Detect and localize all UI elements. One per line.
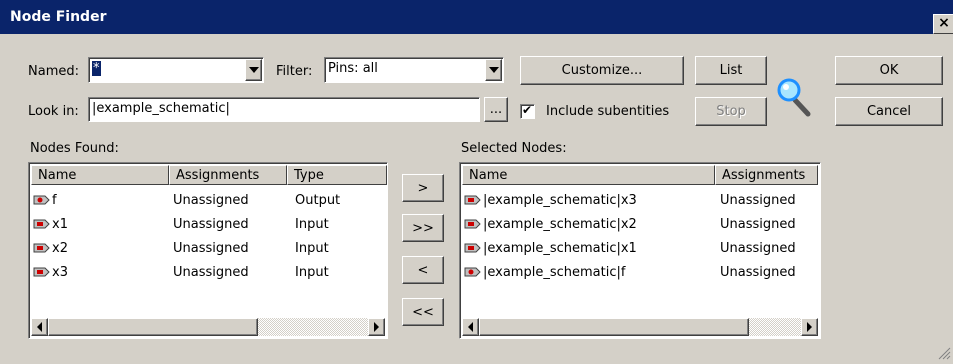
named-label: Named: bbox=[28, 64, 79, 79]
include-subentities-checkbox[interactable]: ✔ bbox=[520, 103, 535, 119]
nodes-found-list[interactable]: Name Assignments Type f Unassigned Outpu… bbox=[28, 162, 388, 339]
remove-all-nodes-button[interactable]: << bbox=[402, 298, 444, 326]
node-name: x3 bbox=[52, 265, 68, 280]
node-name: |example_schematic|x3 bbox=[483, 193, 637, 208]
chevron-down-icon bbox=[488, 67, 499, 73]
column-header-assignments[interactable]: Assignments bbox=[169, 165, 287, 185]
node-assignment: Unassigned bbox=[720, 265, 796, 280]
node-name: x1 bbox=[52, 217, 68, 232]
output-pin-icon bbox=[33, 195, 50, 205]
add-all-nodes-button[interactable]: >> bbox=[402, 214, 444, 242]
ok-button[interactable]: OK bbox=[835, 56, 943, 85]
cancel-button[interactable]: Cancel bbox=[835, 97, 943, 126]
selected-nodes-label: Selected Nodes: bbox=[461, 141, 567, 156]
column-header-type[interactable]: Type bbox=[287, 165, 387, 185]
list-item[interactable]: x2 bbox=[33, 237, 68, 261]
node-name: |example_schematic|x1 bbox=[483, 241, 637, 256]
window-title: Node Finder bbox=[10, 9, 107, 25]
node-name: |example_schematic|x2 bbox=[483, 217, 637, 232]
list-item[interactable]: |example_schematic|x1 bbox=[464, 237, 637, 261]
node-type: Input bbox=[295, 241, 329, 256]
node-name: f bbox=[52, 193, 57, 208]
scroll-left-button[interactable] bbox=[31, 318, 48, 336]
list-item[interactable]: x1 bbox=[33, 213, 68, 237]
node-assignment: Unassigned bbox=[173, 193, 249, 208]
scrollbar-thumb[interactable] bbox=[48, 318, 258, 336]
node-assignment: Unassigned bbox=[720, 193, 796, 208]
node-type: Input bbox=[295, 265, 329, 280]
node-name: |example_schematic|f bbox=[483, 265, 626, 280]
scroll-right-button[interactable] bbox=[368, 318, 385, 336]
list-button[interactable]: List bbox=[695, 56, 767, 85]
node-assignment: Unassigned bbox=[173, 241, 249, 256]
remove-node-button[interactable]: < bbox=[402, 256, 444, 284]
filter-value: Pins: all bbox=[328, 61, 378, 76]
node-assignment: Unassigned bbox=[173, 265, 249, 280]
add-node-button[interactable]: > bbox=[402, 174, 444, 202]
arrow-right-icon bbox=[807, 322, 812, 332]
column-header-name[interactable]: Name bbox=[462, 165, 715, 185]
input-pin-icon bbox=[464, 219, 481, 229]
scrollbar-thumb[interactable] bbox=[479, 318, 749, 336]
named-combobox[interactable]: * bbox=[88, 57, 264, 83]
output-pin-icon bbox=[464, 267, 481, 277]
node-assignment: Unassigned bbox=[173, 217, 249, 232]
filter-combobox[interactable]: Pins: all bbox=[324, 57, 504, 83]
scrollbar-track[interactable] bbox=[258, 318, 368, 336]
named-value[interactable]: * bbox=[92, 61, 101, 76]
magnifier-icon bbox=[775, 72, 815, 122]
arrow-right-icon bbox=[374, 322, 379, 332]
input-pin-icon bbox=[33, 267, 50, 277]
scroll-right-button[interactable] bbox=[801, 318, 818, 336]
column-header-name[interactable]: Name bbox=[31, 165, 169, 185]
horizontal-scrollbar[interactable] bbox=[462, 318, 818, 336]
nodes-found-label: Nodes Found: bbox=[30, 141, 119, 156]
stop-button[interactable]: Stop bbox=[695, 97, 767, 126]
input-pin-icon bbox=[33, 219, 50, 229]
node-assignment: Unassigned bbox=[720, 241, 796, 256]
scroll-left-button[interactable] bbox=[462, 318, 479, 336]
input-pin-icon bbox=[464, 195, 481, 205]
list-item[interactable]: f bbox=[33, 189, 57, 213]
close-button[interactable]: × bbox=[933, 14, 953, 34]
list-item[interactable]: |example_schematic|x2 bbox=[464, 213, 637, 237]
list-item[interactable]: x3 bbox=[33, 261, 68, 285]
filter-dropdown-button[interactable] bbox=[485, 59, 502, 81]
browse-button[interactable]: ... bbox=[484, 97, 508, 122]
arrow-left-icon bbox=[468, 322, 473, 332]
node-name: x2 bbox=[52, 241, 68, 256]
node-assignment: Unassigned bbox=[720, 217, 796, 232]
scrollbar-track[interactable] bbox=[749, 318, 801, 336]
arrow-left-icon bbox=[37, 322, 42, 332]
column-header-assignments[interactable]: Assignments bbox=[715, 165, 818, 185]
selected-nodes-list[interactable]: Name Assignments |example_schematic|x3 U… bbox=[459, 162, 821, 339]
title-bar bbox=[0, 0, 953, 34]
chevron-down-icon bbox=[248, 67, 259, 73]
list-item[interactable]: |example_schematic|f bbox=[464, 261, 625, 285]
look-in-label: Look in: bbox=[28, 104, 79, 119]
input-pin-icon bbox=[464, 243, 481, 253]
node-type: Output bbox=[295, 193, 341, 208]
filter-label: Filter: bbox=[276, 64, 313, 79]
customize-button[interactable]: Customize... bbox=[520, 56, 684, 85]
check-icon: ✔ bbox=[522, 103, 533, 117]
resize-grip-icon[interactable] bbox=[937, 346, 951, 360]
include-subentities-label[interactable]: Include subentities bbox=[546, 104, 669, 119]
input-pin-icon bbox=[33, 243, 50, 253]
horizontal-scrollbar[interactable] bbox=[31, 318, 385, 336]
look-in-input[interactable]: |example_schematic| bbox=[88, 97, 480, 122]
look-in-value: |example_schematic| bbox=[92, 101, 230, 116]
node-type: Input bbox=[295, 217, 329, 232]
list-item[interactable]: |example_schematic|x3 bbox=[464, 189, 637, 213]
named-dropdown-button[interactable] bbox=[245, 59, 262, 81]
